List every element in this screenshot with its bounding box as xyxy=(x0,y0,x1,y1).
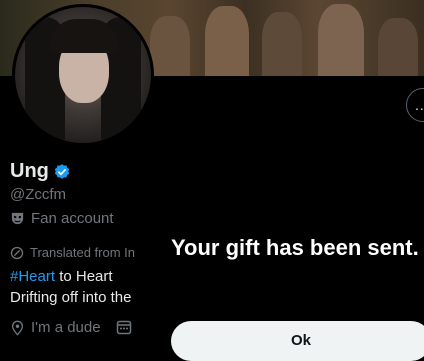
mask-icon xyxy=(11,212,24,225)
ok-button[interactable]: Ok xyxy=(171,321,424,361)
profile-bio: #Heart to Heart Drifting off into the xyxy=(10,266,131,308)
profile-category: Fan account xyxy=(10,210,114,227)
translated-from[interactable]: Translated from In xyxy=(10,245,135,260)
location-pin-icon xyxy=(11,320,24,336)
more-options-button[interactable]: ... xyxy=(406,88,424,122)
display-name-row: Ung xyxy=(10,160,71,183)
translated-label: Translated from In xyxy=(30,245,136,260)
banner-figure xyxy=(205,6,249,76)
bio-line-2: Drifting off into the xyxy=(10,289,132,306)
bio-text: to Heart xyxy=(55,268,113,285)
display-name: Ung xyxy=(10,160,49,182)
avatar-bangs xyxy=(49,19,119,53)
translate-icon xyxy=(10,246,24,259)
profile-avatar[interactable] xyxy=(12,4,154,146)
profile-handle: @Zccfm xyxy=(10,186,67,203)
gift-sent-message: Your gift has been sent. xyxy=(171,235,419,260)
location-label: I'm a dude xyxy=(31,319,101,336)
bio-line-1: #Heart to Heart xyxy=(10,266,131,287)
calendar-icon xyxy=(116,320,132,335)
banner-figure xyxy=(378,18,418,76)
banner-figure xyxy=(262,12,302,76)
profile-location: I'm a dude xyxy=(10,319,101,336)
banner-figure xyxy=(150,16,190,76)
banner-figure xyxy=(318,4,364,76)
more-options-icon: ... xyxy=(415,97,424,113)
verified-badge-icon[interactable] xyxy=(53,163,71,181)
category-label: Fan account xyxy=(31,210,114,227)
bio-hashtag-link[interactable]: #Heart xyxy=(10,268,55,285)
